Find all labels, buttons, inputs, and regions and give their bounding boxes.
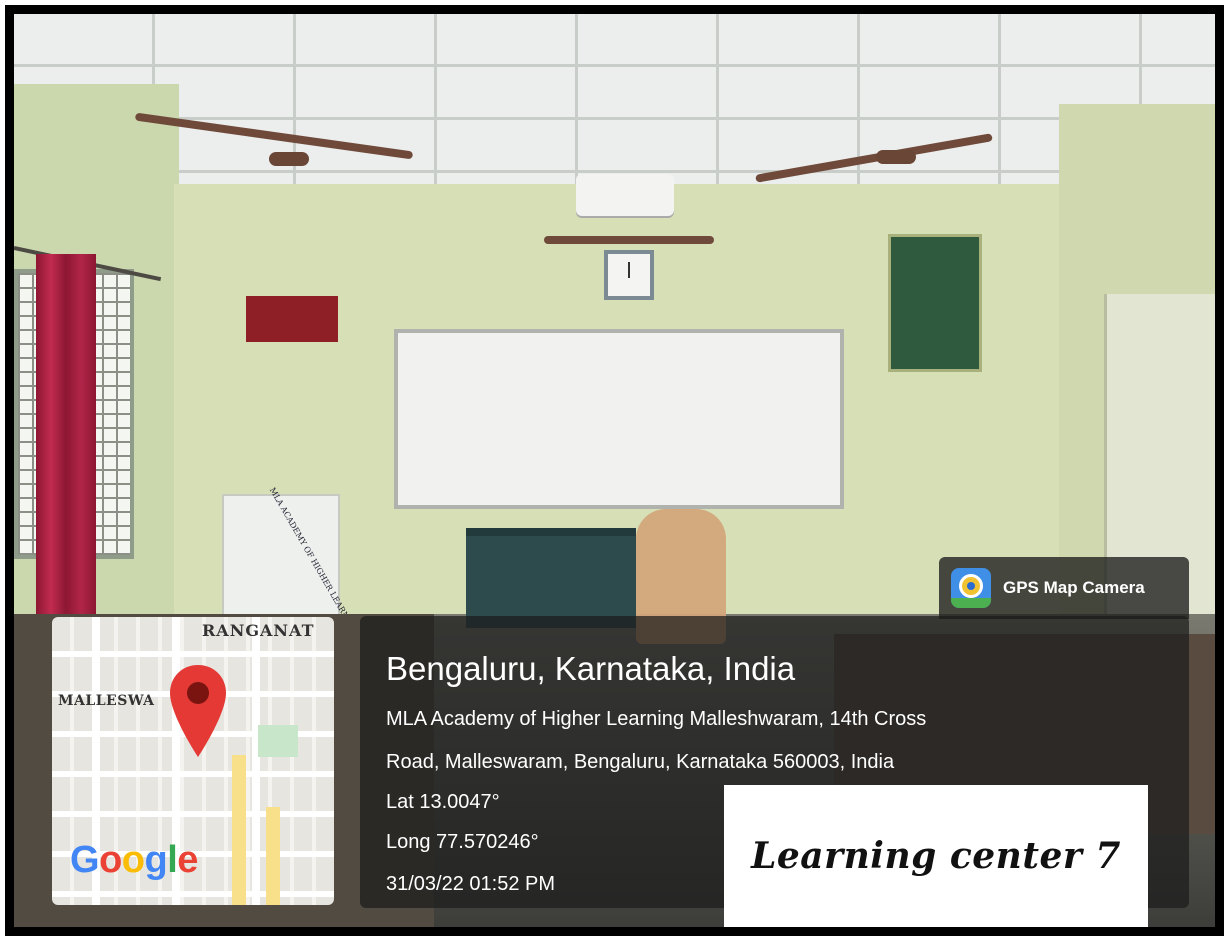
- fan-hub-right: [876, 150, 916, 164]
- whiteboard: [394, 329, 844, 509]
- gps-map-camera-icon: [951, 568, 991, 608]
- google-logo-letter: g: [144, 839, 168, 881]
- google-logo-letter: l: [167, 839, 178, 881]
- map-park: [258, 725, 298, 757]
- projector: [576, 174, 674, 216]
- latitude: Lat 13.0047°: [386, 791, 500, 813]
- ceiling: [14, 14, 1215, 189]
- curtain: [36, 254, 96, 624]
- fan-hub-left: [269, 152, 309, 166]
- map-thumbnail: RANGANAT MALLESWA Google: [52, 617, 334, 905]
- map-road-major: [232, 755, 246, 905]
- google-logo-letter: o: [99, 839, 122, 881]
- classroom-photo: MLA ACADEMY OF HIGHER LEARNING GPS Map C…: [14, 14, 1215, 927]
- google-logo-letter: e: [177, 839, 198, 881]
- caption-box: Learning center 7: [724, 785, 1148, 927]
- google-logo: Google: [70, 839, 198, 882]
- location-title: Bengaluru, Karnataka, India: [386, 650, 796, 687]
- timestamp: 31/03/22 01:52 PM: [386, 873, 556, 895]
- address-line-2: Road, Malleswaram, Bengaluru, Karnataka …: [386, 751, 895, 773]
- teacher-desk: [466, 528, 636, 628]
- app-badge: GPS Map Camera: [939, 557, 1189, 619]
- wall-poster: [888, 234, 982, 372]
- map-label-top: RANGANAT: [202, 621, 315, 640]
- google-logo-letter: G: [70, 839, 100, 881]
- map-road-major-2: [266, 807, 280, 905]
- caption-text: Learning center 7: [751, 835, 1121, 877]
- photo-frame: MLA ACADEMY OF HIGHER LEARNING GPS Map C…: [5, 5, 1224, 936]
- app-name: GPS Map Camera: [1003, 578, 1145, 597]
- google-logo-letter: o: [121, 839, 145, 881]
- map-pin-icon: [170, 665, 226, 757]
- wall-clock: [604, 250, 654, 300]
- longitude: Long 77.570246°: [386, 831, 539, 853]
- address-line-1: MLA Academy of Higher Learning Malleshwa…: [386, 708, 927, 730]
- quote-plaque: [246, 296, 338, 342]
- map-label-left: MALLESWA: [58, 693, 155, 709]
- ceiling-fan-center: [544, 236, 714, 244]
